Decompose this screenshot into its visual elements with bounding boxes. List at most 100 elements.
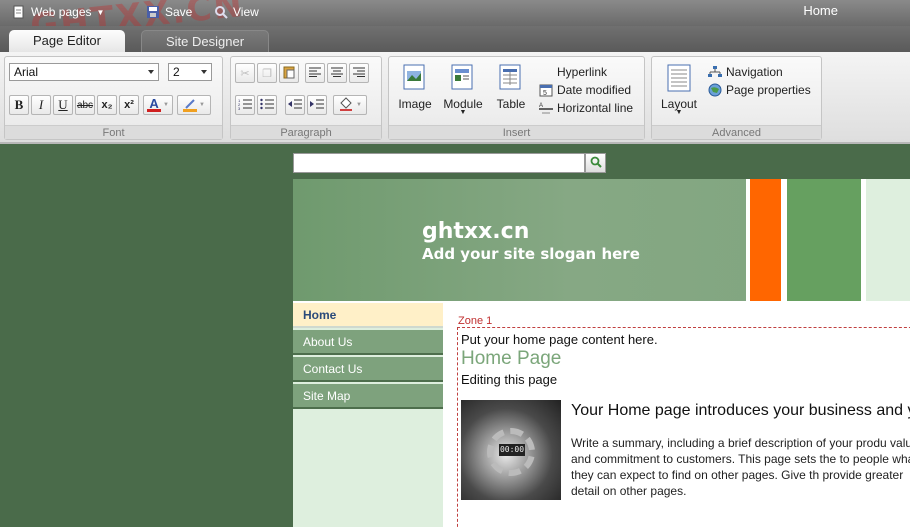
site-search-input[interactable] [293,153,585,173]
site-slogan: Add your site slogan here [422,245,640,263]
page-heading[interactable]: Home Page [461,348,561,370]
intro-body[interactable]: Write a summary, including a brief descr… [571,435,910,499]
layout-icon [666,63,692,93]
view-icon [214,5,228,19]
insert-image-label: Image [398,97,432,111]
horizontal-line-label: Horizontal line [557,101,634,115]
align-left-button[interactable] [305,63,325,83]
align-center-icon [331,67,343,80]
font-size-select[interactable]: 2 [168,63,212,81]
content-area: Zone 1 Put your home page content here. … [443,303,910,527]
highlight-pen-icon [183,98,198,112]
site-search-button[interactable] [585,153,606,173]
numbered-list-button[interactable]: 123 [235,95,255,115]
zone-placeholder-text[interactable]: Put your home page content here. [461,332,658,347]
bulleted-list-icon [260,98,274,113]
outdent-button[interactable] [285,95,305,115]
insert-date-modified-button[interactable]: 5 Date modified [539,83,631,97]
page-properties-label: Page properties [726,83,811,97]
nav-item-site-map[interactable]: Site Map [293,384,443,409]
chevron-down-icon: ▼ [199,102,205,108]
indent-button[interactable] [307,95,327,115]
chevron-down-icon: ▼ [163,102,169,108]
save-button[interactable]: Save [146,5,192,19]
sitemap-icon [708,65,722,79]
bold-button[interactable]: B [9,95,29,115]
superscript-icon: x² [124,99,134,111]
zone-label: Zone 1 [458,315,493,327]
copy-icon: ❐ [262,67,272,80]
highlight-swatch [183,108,198,112]
numbered-list-icon: 123 [238,98,252,113]
scissors-icon: ✂ [240,67,250,80]
insert-horizontal-line-button[interactable]: A Horizontal line [539,101,633,115]
hyperlink-icon [539,65,553,79]
save-icon [146,5,160,19]
indent-icon [310,98,324,113]
nav-item-about-us[interactable]: About Us [293,330,443,355]
nav-item-contact-us[interactable]: Contact Us [293,357,443,382]
home-link[interactable]: Home [803,3,838,18]
font-color-swatch [147,109,162,112]
bold-icon: B [14,97,24,112]
paste-button[interactable] [279,63,299,83]
intro-title[interactable]: Your Home page introduces your business … [571,402,910,420]
underline-button[interactable]: U [53,95,73,115]
date-modified-label: Date modified [557,83,632,97]
module-icon [450,63,476,93]
view-button[interactable]: View [214,5,259,19]
layout-button[interactable]: Layout ▼ [656,63,702,123]
paint-bucket-icon [338,96,354,114]
page-icon [12,5,26,19]
insert-table-button[interactable]: Table [489,63,533,123]
align-right-icon [353,67,365,80]
page-subheading[interactable]: Editing this page [461,372,557,387]
advanced-group-label: Advanced [652,125,821,139]
background-color-button[interactable]: ▼ [333,95,367,115]
chevron-down-icon [148,70,154,74]
font-family-select[interactable]: Arial [9,63,159,81]
insert-module-button[interactable]: Module ▼ [441,63,485,123]
paste-icon [282,65,296,82]
tab-page-editor[interactable]: Page Editor [9,30,125,52]
gear-clock-image[interactable]: 00:00 [461,400,561,500]
advanced-group: Layout ▼ Navigation Page properties Adva… [651,56,822,140]
tab-bar: Page Editor Site Designer [0,26,910,52]
highlight-color-button[interactable]: ▼ [177,95,211,115]
font-color-button[interactable]: A ▼ [143,95,173,115]
nav-item-home[interactable]: Home [293,303,443,328]
align-center-button[interactable] [327,63,347,83]
subscript-button[interactable]: x₂ [97,95,117,115]
svg-text:A: A [539,103,543,109]
horizontal-line-icon: A [539,101,553,115]
hyperlink-label: Hyperlink [557,65,608,79]
font-group-label: Font [5,125,222,139]
paragraph-group: ✂ ❐ 123 ▼ Paragraph [230,56,382,140]
insert-group: Image Module ▼ Table Hyperlink 5 Date mo… [388,56,645,140]
align-left-icon [309,67,321,80]
cut-button[interactable]: ✂ [235,63,255,83]
editable-zone[interactable]: Put your home page content here. Home Pa… [457,327,910,527]
paragraph-group-label: Paragraph [231,125,381,139]
calendar-icon: 5 [539,83,553,97]
insert-hyperlink-button[interactable]: Hyperlink [539,65,607,79]
italic-icon: I [38,97,44,112]
align-right-button[interactable] [349,63,369,83]
view-label: View [233,5,259,19]
strikethrough-button[interactable]: abc [75,95,95,115]
site-title: ghtxx.cn [422,219,530,244]
font-size-value: 2 [173,65,180,79]
banner-stripe-orange [750,179,781,301]
copy-button[interactable]: ❐ [257,63,277,83]
web-pages-menu[interactable]: Web pages ▼ [12,5,104,19]
superscript-button[interactable]: x² [119,95,139,115]
chevron-down-icon: ▼ [356,102,362,108]
navigation-button[interactable]: Navigation [708,65,783,79]
italic-button[interactable]: I [31,95,51,115]
site-left-nav: Home About Us Contact Us Site Map [293,303,443,527]
tab-site-designer[interactable]: Site Designer [141,30,270,52]
page-properties-button[interactable]: Page properties [708,83,811,97]
insert-image-button[interactable]: Image [393,63,437,123]
bulleted-list-button[interactable] [257,95,277,115]
font-family-value: Arial [14,65,39,79]
